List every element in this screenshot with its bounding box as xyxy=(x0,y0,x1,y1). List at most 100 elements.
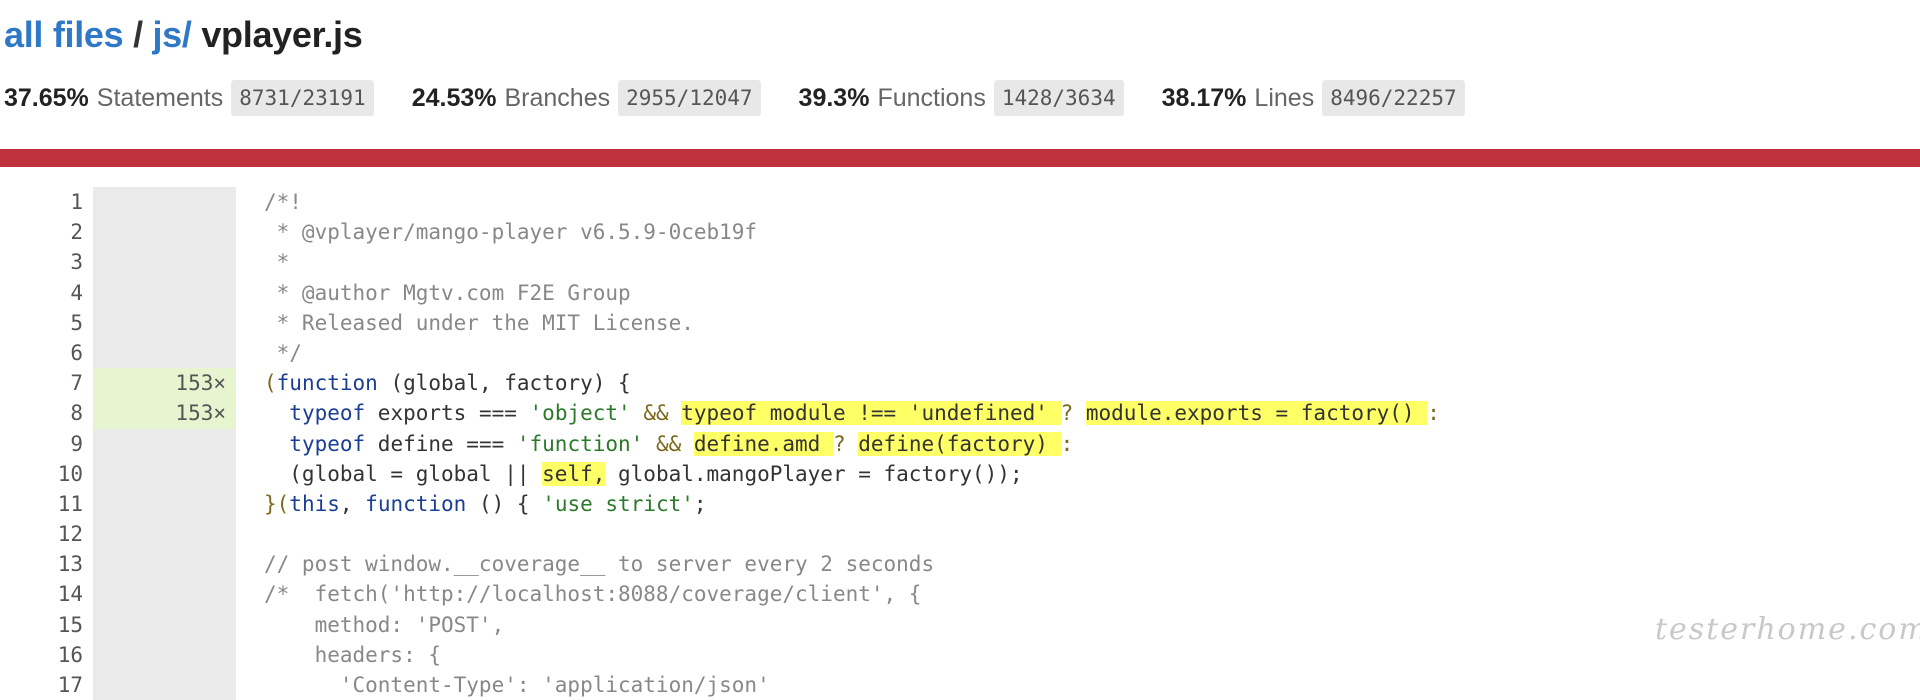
line-source xyxy=(236,519,264,549)
breadcrumb: all files / js/ vplayer.js xyxy=(4,14,363,56)
stat-label: Statements xyxy=(96,83,224,112)
code-token: this xyxy=(289,491,340,516)
code-line: 1 /*! xyxy=(0,187,1920,218)
line-number[interactable]: 7 xyxy=(0,368,93,398)
code-line: 6 */ xyxy=(0,337,1920,369)
line-source: * Released under the MIT License. xyxy=(264,310,694,335)
line-number[interactable]: 3 xyxy=(0,247,93,277)
code-token: exports === xyxy=(365,401,530,426)
coverage-status-bar xyxy=(0,149,1920,167)
line-number[interactable]: 1 xyxy=(0,187,93,217)
line-source: (global = global || self, global.mangoPl… xyxy=(236,459,1023,489)
line-number[interactable]: 5 xyxy=(0,308,93,338)
code-token: define === xyxy=(365,431,517,456)
stat-label: Lines xyxy=(1254,83,1315,112)
line-number[interactable]: 12 xyxy=(0,519,93,549)
line-number[interactable]: 4 xyxy=(0,278,93,308)
breadcrumb-separator: / xyxy=(123,14,153,55)
line-number[interactable]: 11 xyxy=(0,489,93,519)
line-number[interactable]: 16 xyxy=(0,640,93,670)
coverage-summary: 37.65% Statements 8731/23191 24.53% Bran… xyxy=(4,78,1503,118)
uncovered-branch: module.exports = factory() xyxy=(1085,401,1428,426)
line-number[interactable]: 8 xyxy=(0,398,93,428)
stat-fraction: 1428/3634 xyxy=(993,80,1124,116)
line-source: }(this, function () { 'use strict'; xyxy=(236,489,707,519)
line-source: typeof exports === 'object' && typeof mo… xyxy=(236,398,1440,428)
code-line: 13 // post window.__coverage__ to server… xyxy=(0,549,1920,580)
hit-count xyxy=(93,307,236,338)
code-line: 16 headers: { xyxy=(0,639,1920,670)
line-number[interactable]: 6 xyxy=(0,338,93,368)
line-number[interactable]: 9 xyxy=(0,429,93,459)
line-source: * xyxy=(264,250,290,275)
code-line: 17 'Content-Type': 'application/json' xyxy=(0,670,1920,700)
hit-count xyxy=(93,277,236,308)
stat-percent: 37.65% xyxy=(4,83,89,112)
line-source: method: 'POST', xyxy=(264,612,505,637)
line-source: 'Content-Type': 'application/json' xyxy=(264,673,770,697)
hit-count xyxy=(93,488,236,520)
line-source: typeof define === 'function' && define.a… xyxy=(236,429,1073,459)
hit-count xyxy=(93,337,236,369)
stat-fraction: 8496/22257 xyxy=(1322,80,1465,116)
code-token: && xyxy=(643,431,694,456)
line-source: */ xyxy=(264,340,302,365)
code-token: (global, factory) { xyxy=(377,371,631,396)
line-source: /*! xyxy=(264,190,302,214)
breadcrumb-js-link[interactable]: js/ xyxy=(152,14,191,55)
code-token: function xyxy=(276,371,378,396)
hit-count: 153× xyxy=(93,398,236,429)
stat-fraction: 8731/23191 xyxy=(231,80,374,116)
code-line: 4 * @author Mgtv.com F2E Group xyxy=(0,277,1920,308)
line-source: * @vplayer/mango-player v6.5.9-0ceb19f xyxy=(264,220,758,245)
line-source: // post window.__coverage__ to server ev… xyxy=(264,552,935,577)
hit-count: 153× xyxy=(93,368,236,399)
code-line: 10 (global = global || self, global.mang… xyxy=(0,458,1920,489)
stat-functions: 39.3% Functions 1428/3634 xyxy=(799,80,1124,116)
code-token: 'object' xyxy=(529,401,631,426)
code-line: 8 153× typeof exports === 'object' && ty… xyxy=(0,398,1920,429)
code-line: 14 /* fetch('http://localhost:8088/cover… xyxy=(0,579,1920,610)
code-token: : xyxy=(1427,401,1440,426)
hit-count xyxy=(93,217,236,248)
hit-count xyxy=(93,428,236,459)
code-token: typeof xyxy=(289,401,366,426)
stat-label: Branches xyxy=(504,83,611,112)
stat-fraction: 2955/12047 xyxy=(618,80,761,116)
code-token: }( xyxy=(264,491,290,516)
stat-branches: 24.53% Branches 2955/12047 xyxy=(412,80,761,116)
uncovered-branch: define(factory) xyxy=(858,431,1061,456)
code-token: 'function' xyxy=(516,431,644,456)
line-number[interactable]: 17 xyxy=(0,670,93,700)
line-number[interactable]: 13 xyxy=(0,549,93,579)
line-source: (function (global, factory) { xyxy=(236,368,631,398)
hit-count xyxy=(93,519,236,550)
hit-count xyxy=(93,670,236,700)
code-line: 11 }(this, function () { 'use strict'; xyxy=(0,488,1920,520)
code-line: 3 * xyxy=(0,247,1920,278)
line-number[interactable]: 10 xyxy=(0,459,93,489)
watermark: testerhome.com xyxy=(1655,612,1920,647)
code-line: 9 typeof define === 'function' && define… xyxy=(0,428,1920,459)
line-number[interactable]: 14 xyxy=(0,579,93,609)
line-source: /* fetch('http://localhost:8088/coverage… xyxy=(264,582,922,607)
code-token: function xyxy=(365,491,467,516)
hit-count xyxy=(93,579,236,610)
breadcrumb-all-files-link[interactable]: all files xyxy=(4,14,124,55)
line-number[interactable]: 15 xyxy=(0,610,93,640)
code-line: 12 xyxy=(0,519,1920,550)
code-line: 5 * Released under the MIT License. xyxy=(0,307,1920,338)
code-token: () { xyxy=(466,491,543,516)
stat-label: Functions xyxy=(877,83,986,112)
uncovered-branch: define.amd xyxy=(693,431,833,456)
stat-percent: 24.53% xyxy=(411,83,497,112)
code-token: , xyxy=(339,491,366,516)
stat-statements: 37.65% Statements 8731/23191 xyxy=(4,80,374,116)
hit-count xyxy=(93,609,236,640)
code-token: ? xyxy=(1060,401,1086,426)
hit-count xyxy=(93,549,236,580)
hit-count xyxy=(93,639,236,670)
line-number[interactable]: 2 xyxy=(0,217,93,247)
